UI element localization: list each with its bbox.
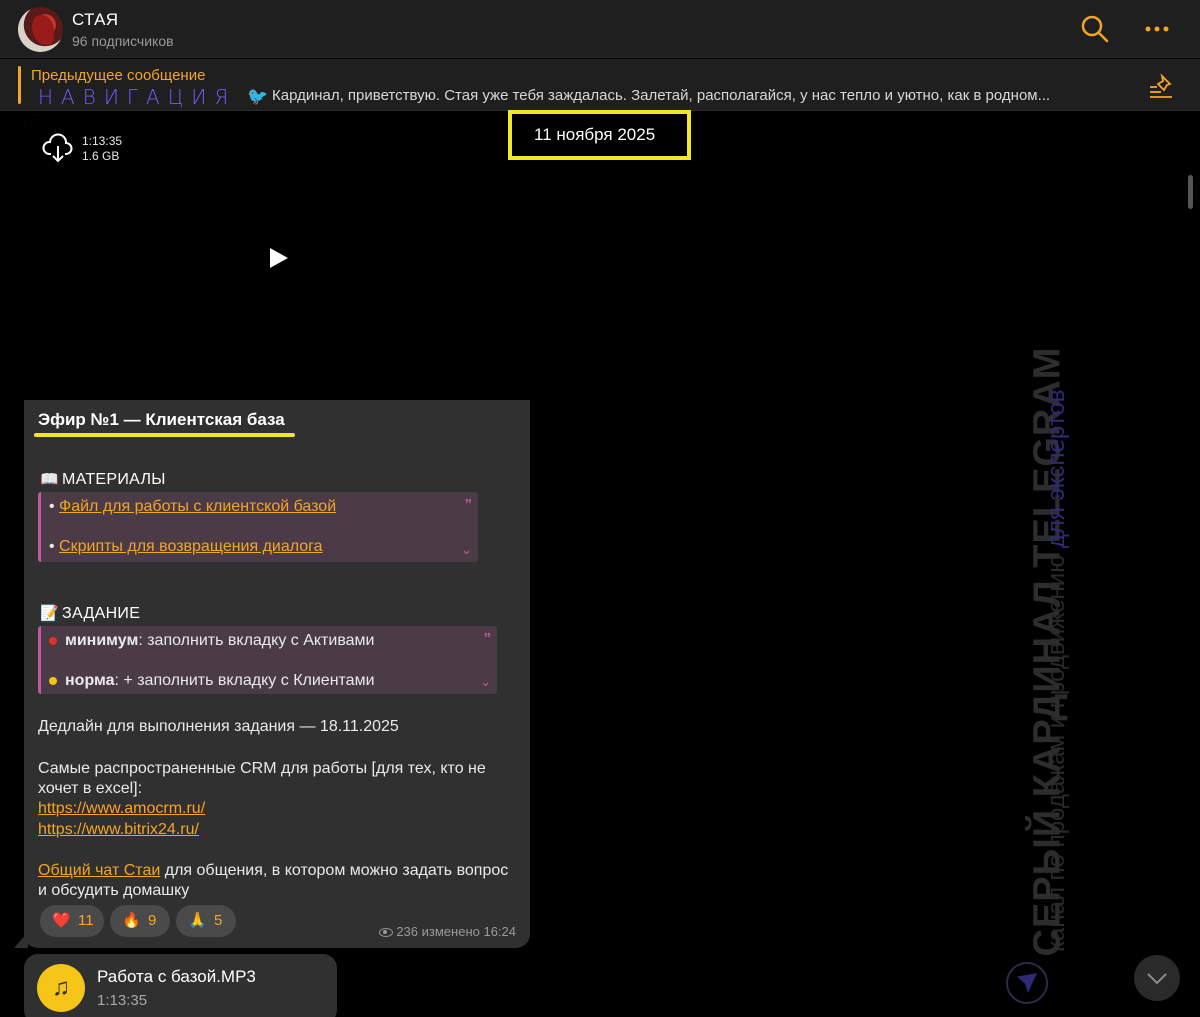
quote-icon: ” bbox=[483, 630, 492, 647]
list-item: минимум: заполнить вкладку с Активами bbox=[49, 632, 374, 650]
paper-plane-logo-icon bbox=[1006, 962, 1048, 1004]
title-highlight bbox=[34, 433, 295, 437]
reaction-heart[interactable]: ❤️ 11 bbox=[40, 905, 104, 937]
chevron-down-icon[interactable]: ⌄ bbox=[480, 674, 491, 690]
materials-link-scripts[interactable]: Скрипты для возвращения диалога bbox=[59, 538, 323, 555]
scrollbar[interactable] bbox=[1188, 175, 1193, 209]
quote-icon: ” bbox=[464, 496, 473, 513]
edited-time: изменено 16:24 bbox=[421, 924, 516, 939]
pinned-preview: Кардинал, приветствую. Стая уже тебя заж… bbox=[272, 87, 1051, 104]
bird-icon bbox=[32, 15, 54, 45]
book-icon: 📖 bbox=[40, 471, 59, 488]
scroll-down-button[interactable] bbox=[1134, 955, 1180, 1001]
pinned-nav-text: НАВИГАЦИЯ bbox=[38, 85, 237, 109]
pinned-label: Предыдущее сообщение bbox=[31, 67, 206, 84]
message-meta: 236 изменено 16:24 bbox=[379, 924, 516, 939]
channel-title[interactable]: СТАЯ bbox=[72, 10, 118, 30]
subscriber-count: 96 подписчиков bbox=[72, 33, 174, 49]
audio-duration: 1:13:35 bbox=[97, 992, 148, 1009]
play-icon[interactable] bbox=[268, 246, 290, 270]
video-duration: 1:13:35 bbox=[82, 134, 123, 148]
pinned-message-bar[interactable]: Предыдущее сообщение НАВИГАЦИЯ 🐦 Кардина… bbox=[0, 59, 1200, 111]
chevron-down-icon[interactable]: ⌄ bbox=[461, 542, 472, 558]
video-player[interactable]: 1:13:35 1.6 GB bbox=[24, 114, 530, 400]
list-item: • Файл для работы с клиентской базой bbox=[49, 498, 337, 515]
bitrix-link[interactable]: https://www.bitrix24.ru/ bbox=[38, 821, 199, 838]
deadline-text: Дедлайн для выполнения задания — 18.11.2… bbox=[38, 718, 399, 735]
pinned-indicator bbox=[18, 66, 21, 104]
music-note-icon[interactable]: ♫ bbox=[37, 964, 85, 1012]
reaction-fire[interactable]: 🔥 9 bbox=[110, 905, 170, 937]
task-heading: 📝 ЗАДАНИЕ bbox=[40, 605, 141, 622]
list-item: • Скрипты для возвращения диалога bbox=[49, 538, 323, 555]
audio-message[interactable]: ♫ Работа с базой.MP3 1:13:35 bbox=[24, 954, 337, 1017]
audio-file-name: Работа с базой.MP3 bbox=[97, 967, 256, 986]
channel-avatar[interactable] bbox=[18, 7, 63, 52]
bubble-tail bbox=[14, 932, 28, 948]
materials-quote: ” • Файл для работы с клиентской базой •… bbox=[38, 492, 478, 562]
pin-list-icon[interactable] bbox=[1148, 73, 1176, 99]
memo-icon: 📝 bbox=[40, 605, 59, 622]
watermark-subtitle: канал по продажам и продвижению для эксп… bbox=[1043, 389, 1070, 952]
chat-link[interactable]: Общий чат Стаи bbox=[38, 862, 160, 879]
fire-icon: 🔥 bbox=[122, 912, 141, 929]
date-separator: 11 ноября 2025 bbox=[508, 110, 691, 160]
post-title: Эфир №1 — Клиентская база bbox=[38, 410, 285, 429]
chat-paragraph: Общий чат Стаи для общения, в котором мо… bbox=[38, 862, 509, 899]
search-icon[interactable] bbox=[1080, 14, 1110, 44]
task-quote: ” минимум: заполнить вкладку с Активами … bbox=[38, 626, 497, 694]
message-bubble: 1:13:35 1.6 GB Эфир №1 — Клиентская база… bbox=[24, 114, 530, 948]
chat-header: СТАЯ 96 подписчиков bbox=[0, 0, 1200, 58]
more-icon[interactable] bbox=[1142, 14, 1172, 44]
crm-text: Самые распространенные CRM для работы [д… bbox=[38, 760, 486, 797]
materials-link-file[interactable]: Файл для работы с клиентской базой bbox=[59, 498, 336, 515]
cloud-download-icon[interactable] bbox=[42, 132, 74, 164]
heart-icon: ❤️ bbox=[52, 912, 71, 929]
view-count: 236 bbox=[396, 924, 419, 939]
amocrm-link[interactable]: https://www.amocrm.ru/ bbox=[38, 800, 205, 817]
yellow-dot-icon bbox=[49, 676, 57, 685]
reaction-pray[interactable]: 🙏 5 bbox=[176, 905, 236, 937]
list-item: норма: + заполнить вкладку с Клиентами bbox=[49, 672, 375, 690]
eye-icon bbox=[379, 928, 394, 938]
pray-icon: 🙏 bbox=[188, 912, 207, 929]
materials-heading: 📖 МАТЕРИАЛЫ bbox=[40, 471, 166, 488]
red-dot-icon bbox=[49, 636, 57, 645]
video-size: 1.6 GB bbox=[82, 149, 120, 163]
chevron-down-icon bbox=[1147, 973, 1167, 985]
bird-emoji-icon: 🐦 bbox=[247, 87, 269, 106]
